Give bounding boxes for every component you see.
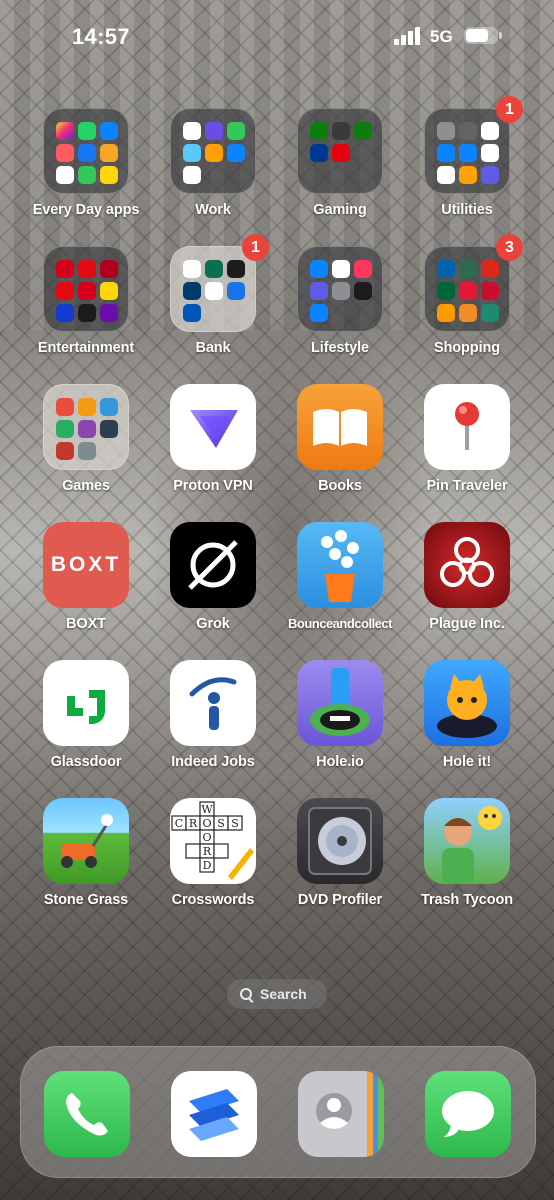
notification-badge: 1 [496, 96, 523, 123]
app-hole-io[interactable]: Hole.io [276, 656, 404, 780]
network-type: 5G [430, 27, 453, 46]
folder-icon [43, 246, 129, 332]
app-label: Utilities [441, 202, 493, 218]
folder-icon [170, 108, 256, 194]
folder-work[interactable]: Work [149, 104, 277, 228]
app-glassdoor[interactable]: Glassdoor [22, 656, 150, 780]
notification-badge: 1 [242, 234, 269, 261]
svg-text:R: R [203, 845, 212, 858]
app-label: Every Day apps [32, 202, 140, 218]
app-boxt[interactable]: BOXT BOXT [22, 518, 150, 642]
cat-hole-icon [424, 660, 510, 746]
app-label: Hole it! [442, 754, 492, 770]
app-books[interactable]: Books [276, 380, 404, 504]
folder-icon [170, 246, 256, 332]
folder-utilities[interactable]: 1 Utilities [403, 96, 531, 228]
app-label: Bank [195, 340, 231, 356]
mail-app-icon[interactable] [171, 1071, 257, 1157]
app-label: Glassdoor [50, 754, 122, 770]
book-icon [297, 384, 383, 470]
folder-icon [43, 384, 129, 470]
status-time: 14:57 [72, 24, 130, 49]
folder-entertainment[interactable]: Entertainment [22, 242, 150, 366]
glassdoor-logo-icon [43, 660, 129, 746]
app-label: Bounceandcollect [288, 616, 392, 631]
app-crosswords[interactable]: W C R O S S O R D Crosswords [149, 794, 277, 918]
app-label: Pin Traveler [426, 478, 508, 494]
app-label: Proton VPN [173, 478, 253, 494]
contacts-icon[interactable] [298, 1071, 384, 1157]
folder-icon [297, 108, 383, 194]
spotlight-search-button[interactable]: Search [227, 979, 327, 1009]
svg-text:O: O [202, 817, 211, 830]
svg-text:W: W [201, 803, 213, 816]
app-label: DVD Profiler [297, 892, 383, 908]
lawn-mower-icon [43, 798, 129, 884]
app-label: Work [195, 202, 231, 218]
phone-icon[interactable] [44, 1071, 130, 1157]
crossword-grid-icon: W C R O S S O R D [170, 798, 256, 884]
map-pin-icon [424, 384, 510, 470]
dvd-disc-icon [297, 798, 383, 884]
svg-text:D: D [203, 859, 212, 872]
svg-text:S: S [217, 817, 225, 830]
hole-game-icon [297, 660, 383, 746]
search-label: Search [260, 986, 307, 1002]
svg-text:O: O [202, 831, 211, 844]
app-label: Lifestyle [311, 340, 369, 356]
folder-every-day-apps[interactable]: Every Day apps [22, 104, 150, 228]
character-game-icon [424, 798, 510, 884]
svg-text:C: C [175, 817, 183, 830]
notification-badge: 3 [496, 234, 523, 261]
app-hole-it[interactable]: Hole it! [403, 656, 531, 780]
app-indeed-jobs[interactable]: Indeed Jobs [149, 656, 277, 780]
folder-icon [297, 246, 383, 332]
folder-games[interactable]: Games [22, 380, 150, 504]
app-stone-grass[interactable]: Stone Grass [22, 794, 150, 918]
folder-icon [424, 108, 510, 194]
folder-gaming[interactable]: Gaming [276, 104, 404, 228]
app-label: Trash Tycoon [421, 892, 513, 908]
dock [20, 1046, 536, 1178]
indeed-logo-icon [170, 660, 256, 746]
boxt-logo-icon: BOXT [43, 522, 129, 608]
app-trash-tycoon[interactable]: Trash Tycoon [403, 794, 531, 918]
app-label: Indeed Jobs [171, 754, 255, 770]
app-bounceandcollect[interactable]: Bounceandcollect [276, 518, 404, 642]
folder-icon [424, 246, 510, 332]
status-bar: 14:57 5G [0, 0, 554, 76]
app-plague-inc[interactable]: Plague Inc. [403, 518, 531, 642]
bounce-game-icon [297, 522, 383, 608]
app-label: Games [62, 478, 110, 494]
app-label: Books [318, 478, 362, 494]
app-dvd-profiler[interactable]: DVD Profiler [276, 794, 404, 918]
messages-icon[interactable] [425, 1071, 511, 1157]
app-label: BOXT [66, 616, 106, 632]
app-pin-traveler[interactable]: Pin Traveler [403, 380, 531, 504]
app-label: Gaming [313, 202, 367, 218]
folder-shopping[interactable]: 3 Shopping [403, 234, 531, 366]
app-grok[interactable]: Grok [149, 518, 277, 642]
folder-bank[interactable]: 1 Bank [149, 234, 277, 366]
app-proton-vpn[interactable]: Proton VPN [149, 380, 277, 504]
folder-icon [43, 108, 129, 194]
proton-vpn-icon [170, 384, 256, 470]
cellular-signal-icon [394, 27, 422, 45]
app-label: Hole.io [316, 754, 364, 770]
app-label: Entertainment [37, 340, 135, 356]
app-label: Plague Inc. [429, 616, 505, 632]
svg-text:R: R [189, 817, 198, 830]
battery-icon [464, 27, 502, 44]
app-label: Stone Grass [43, 892, 129, 908]
app-label: Shopping [433, 340, 501, 356]
app-label: Crosswords [171, 892, 255, 908]
app-label: Grok [196, 616, 230, 632]
search-icon [240, 988, 252, 1000]
grok-logo-icon [170, 522, 256, 608]
folder-lifestyle[interactable]: Lifestyle [276, 242, 404, 366]
svg-text:S: S [231, 817, 239, 830]
biohazard-icon [424, 522, 510, 608]
